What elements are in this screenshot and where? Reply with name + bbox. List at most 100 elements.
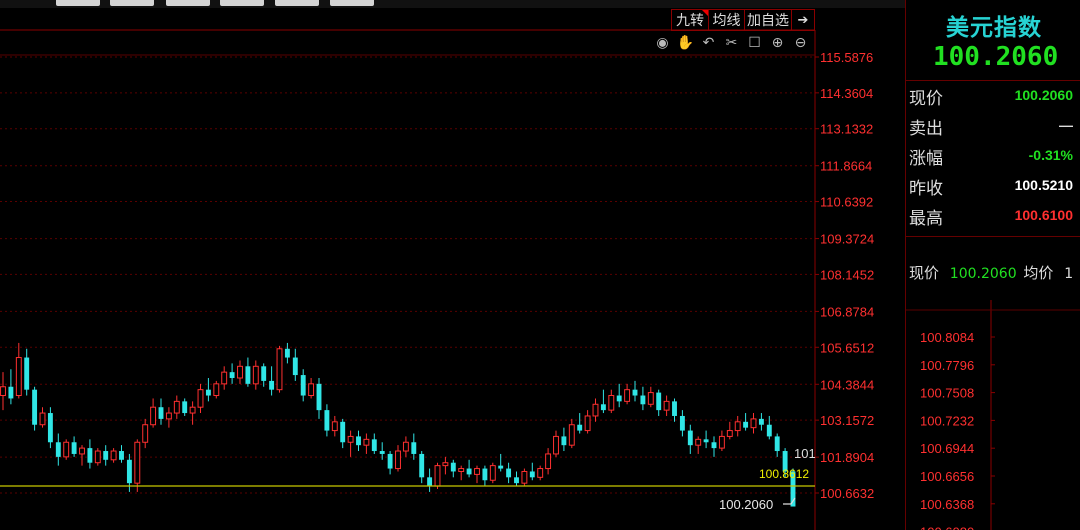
candle bbox=[711, 436, 717, 457]
candle-body-up bbox=[718, 435, 725, 449]
row-label: 最高 bbox=[909, 209, 943, 229]
candle-body-down bbox=[126, 459, 132, 484]
candle-body-up bbox=[150, 406, 157, 426]
candle bbox=[647, 386, 654, 408]
candle bbox=[514, 471, 519, 487]
y-axis-label: 103.1572 bbox=[820, 413, 874, 428]
candle bbox=[695, 436, 702, 454]
candle bbox=[663, 395, 670, 416]
candle bbox=[79, 445, 85, 466]
candle bbox=[766, 415, 772, 440]
candle bbox=[774, 433, 780, 457]
candle bbox=[8, 369, 14, 405]
candle-body-down bbox=[292, 357, 298, 376]
candle-body-up bbox=[545, 453, 552, 470]
candle-body-up bbox=[197, 389, 204, 408]
candle bbox=[0, 372, 6, 411]
mini-quote-line: 现价 100.2060 均价 1 bbox=[909, 262, 1073, 283]
candle-body-up bbox=[568, 424, 575, 446]
candle bbox=[363, 433, 370, 454]
candle bbox=[103, 445, 109, 466]
candle bbox=[419, 451, 425, 484]
candle-body-up bbox=[347, 435, 354, 443]
candle-body-down bbox=[119, 451, 124, 460]
candle bbox=[87, 439, 93, 469]
candle bbox=[568, 418, 575, 449]
candle-body-up bbox=[608, 395, 615, 411]
candle-body-up bbox=[165, 412, 172, 420]
candle bbox=[213, 380, 220, 399]
candle-body-down bbox=[632, 389, 638, 396]
candle-body-down bbox=[766, 424, 772, 437]
candle-body-down bbox=[577, 424, 583, 431]
row-value: 100.6100 bbox=[1014, 207, 1073, 223]
candle bbox=[584, 410, 591, 434]
candle bbox=[229, 363, 235, 384]
candle-body-down bbox=[687, 430, 693, 446]
candle-body-up bbox=[489, 465, 496, 481]
current-price: 100.2060 bbox=[933, 42, 1059, 72]
candle bbox=[450, 459, 456, 478]
candle-body-down bbox=[561, 436, 567, 446]
candle bbox=[411, 433, 417, 460]
candle-body-down bbox=[498, 465, 504, 469]
candle-body-down bbox=[387, 453, 393, 469]
quote-row-current: 现价 100.2060 bbox=[909, 84, 1080, 114]
mini-price-value: 100.2060 bbox=[949, 266, 1017, 282]
candle bbox=[703, 430, 709, 449]
mini-avg-label: 均价 bbox=[1023, 264, 1054, 282]
edge-price-label: 101 bbox=[794, 446, 816, 461]
candle-body-down bbox=[205, 389, 211, 396]
row-label: 卖出 bbox=[909, 119, 943, 139]
mini-y-label: 100.6368 bbox=[920, 497, 974, 512]
candle-body-up bbox=[734, 421, 741, 432]
candle-body-down bbox=[774, 436, 780, 452]
candle-body-down bbox=[466, 468, 472, 475]
intraday-mini-chart[interactable]: 100.8084 100.7796 100.7508 100.7232 100.6944… bbox=[906, 300, 1080, 530]
candle-body-up bbox=[434, 465, 441, 487]
candle bbox=[561, 427, 567, 452]
candle-body-up bbox=[0, 386, 6, 397]
y-axis-label: 114.3604 bbox=[820, 86, 873, 101]
support-line-label: 100.8612 bbox=[759, 467, 809, 481]
candle bbox=[640, 386, 646, 411]
candle-body-up bbox=[221, 371, 228, 385]
candle bbox=[347, 430, 354, 457]
candle-body-down bbox=[450, 462, 456, 472]
candle bbox=[545, 448, 552, 475]
candle bbox=[521, 468, 528, 487]
candle-body-up bbox=[39, 412, 46, 426]
candle bbox=[276, 345, 283, 393]
candle-body-down bbox=[316, 383, 322, 411]
candle bbox=[182, 398, 188, 416]
candle-body-up bbox=[624, 389, 631, 402]
divider bbox=[906, 80, 1080, 81]
candle bbox=[165, 407, 172, 428]
candle bbox=[387, 451, 393, 475]
candle-body-down bbox=[55, 442, 61, 457]
candle bbox=[402, 436, 409, 457]
candle-body-up bbox=[276, 348, 283, 391]
candle bbox=[679, 410, 685, 437]
candle bbox=[624, 383, 631, 405]
mini-avg-value: 1 bbox=[1064, 266, 1074, 282]
candle bbox=[197, 383, 204, 414]
candle-body-down bbox=[8, 386, 14, 399]
candle bbox=[656, 389, 662, 416]
candlestick-chart[interactable]: 115.5876 114.3604 113.1332 111.8664 110.6392… bbox=[0, 0, 905, 530]
candle-body-down bbox=[340, 421, 346, 443]
candle bbox=[331, 415, 338, 437]
candle-body-down bbox=[529, 471, 535, 478]
candle-body-up bbox=[584, 415, 591, 432]
mini-y-label: 100.6656 bbox=[920, 469, 974, 484]
y-axis-label: 115.5876 bbox=[820, 50, 873, 65]
candle-body-up bbox=[110, 450, 117, 461]
candle bbox=[284, 342, 290, 364]
candle-body-up bbox=[458, 468, 465, 472]
candle bbox=[71, 436, 77, 457]
candle bbox=[592, 398, 599, 422]
y-axis-label: 113.1332 bbox=[820, 122, 873, 137]
mini-y-label: 100.7796 bbox=[920, 358, 974, 373]
candle-body-down bbox=[640, 395, 646, 405]
candle-body-down bbox=[269, 380, 275, 390]
